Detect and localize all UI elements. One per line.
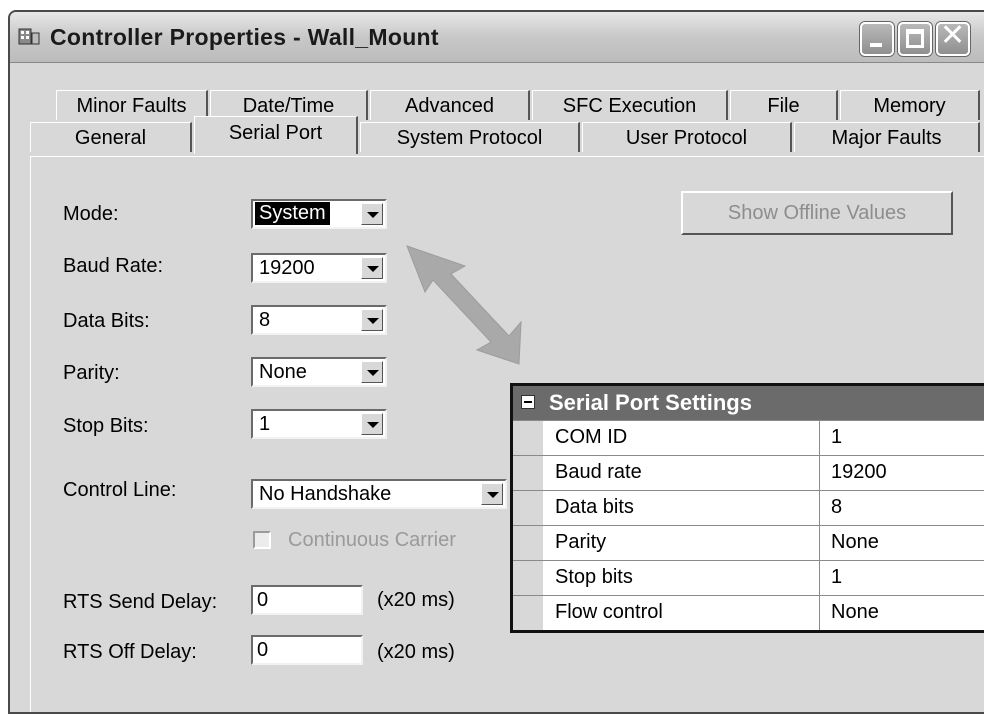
close-button[interactable]: ✕	[936, 19, 970, 56]
settings-value: None	[831, 531, 879, 553]
chevron-down-icon	[367, 212, 379, 218]
data-bits-label: Data Bits:	[63, 310, 150, 332]
data-bits-dropdown[interactable]: 8	[251, 305, 387, 335]
baud-rate-dropdown[interactable]: 19200	[251, 253, 387, 283]
rts-off-delay-label: RTS Off Delay:	[63, 641, 197, 663]
column-divider	[819, 491, 820, 525]
tab-serial-port[interactable]: Serial Port	[194, 116, 358, 154]
chevron-down-icon	[367, 318, 379, 324]
column-divider	[819, 421, 820, 455]
settings-row[interactable]: Data bits 8	[513, 490, 984, 525]
row-gutter	[513, 421, 543, 455]
rts-send-delay-input[interactable]: 0	[251, 585, 363, 615]
settings-key: Stop bits	[555, 566, 633, 588]
settings-row[interactable]: Baud rate 19200	[513, 455, 984, 490]
control-line-dropdown-button[interactable]	[481, 483, 503, 505]
control-line-value: No Handshake	[259, 483, 392, 505]
chevron-down-icon	[487, 492, 499, 498]
parity-label: Parity:	[63, 362, 120, 384]
settings-row[interactable]: Flow control None	[513, 595, 984, 630]
collapse-icon[interactable]	[521, 395, 535, 409]
chevron-down-icon	[367, 422, 379, 428]
settings-header-title: Serial Port Settings	[549, 390, 752, 415]
settings-key: COM ID	[555, 426, 628, 448]
data-bits-value: 8	[259, 309, 271, 331]
settings-value: 19200	[831, 461, 887, 483]
rts-off-delay-unit: (x20 ms)	[377, 641, 455, 663]
settings-value: 1	[831, 426, 843, 448]
minimize-icon	[870, 43, 882, 47]
close-icon: ✕	[940, 19, 966, 52]
parity-value: None	[259, 361, 307, 383]
tab-user-protocol[interactable]: User Protocol	[582, 122, 792, 152]
tab-major-faults[interactable]: Major Faults	[794, 122, 980, 152]
tab-file[interactable]: File	[730, 90, 838, 120]
rts-off-delay-value: 0	[257, 639, 269, 661]
controller-app-icon	[18, 28, 40, 45]
settings-key: Flow control	[555, 601, 663, 623]
stop-bits-dropdown[interactable]: 1	[251, 409, 387, 439]
chevron-down-icon	[367, 266, 379, 272]
mode-dropdown[interactable]: System	[251, 199, 387, 229]
mode-dropdown-button[interactable]	[361, 203, 383, 225]
mode-label: Mode:	[63, 203, 119, 225]
maximize-button[interactable]	[898, 22, 932, 56]
settings-key: Baud rate	[555, 461, 642, 483]
rts-send-delay-label: RTS Send Delay:	[63, 591, 218, 613]
settings-row[interactable]: Parity None	[513, 525, 984, 560]
rts-send-delay-unit: (x20 ms)	[377, 589, 455, 611]
column-divider	[819, 596, 820, 630]
column-divider	[819, 526, 820, 560]
tab-memory[interactable]: Memory	[840, 90, 980, 120]
control-line-label: Control Line:	[63, 479, 177, 501]
settings-key: Parity	[555, 531, 607, 553]
show-offline-values-button[interactable]: Show Offline Values	[681, 191, 953, 235]
parity-dropdown-button[interactable]	[361, 361, 383, 383]
tab-system-protocol[interactable]: System Protocol	[360, 122, 580, 152]
title-bar[interactable]: Controller Properties - Wall_Mount ✕	[10, 12, 984, 63]
tab-minor-faults[interactable]: Minor Faults	[56, 90, 208, 120]
row-gutter	[513, 456, 543, 490]
tab-general[interactable]: General	[30, 122, 192, 152]
baud-rate-label: Baud Rate:	[63, 255, 164, 277]
control-line-dropdown[interactable]: No Handshake	[251, 479, 507, 509]
window-title: Controller Properties - Wall_Mount	[50, 24, 439, 50]
mode-value: System	[254, 201, 331, 226]
row-gutter	[513, 596, 543, 630]
settings-key: Data bits	[555, 496, 634, 518]
settings-value: 8	[831, 496, 843, 518]
continuous-carrier-checkbox[interactable]	[253, 531, 271, 549]
row-gutter	[513, 526, 543, 560]
tab-advanced[interactable]: Advanced	[370, 90, 530, 120]
rts-off-delay-input[interactable]: 0	[251, 635, 363, 665]
stop-bits-value: 1	[259, 413, 271, 435]
rts-send-delay-value: 0	[257, 589, 269, 611]
settings-header[interactable]: Serial Port Settings	[513, 386, 984, 420]
row-gutter	[513, 561, 543, 595]
tab-sfc-execution[interactable]: SFC Execution	[532, 90, 728, 120]
stop-bits-label: Stop Bits:	[63, 415, 149, 437]
column-divider	[819, 456, 820, 490]
column-divider	[819, 561, 820, 595]
continuous-carrier-label: Continuous Carrier	[288, 529, 456, 551]
serial-port-settings-grid: Serial Port Settings COM ID 1 Baud rate …	[510, 383, 984, 633]
settings-row[interactable]: COM ID 1	[513, 420, 984, 455]
minimize-button[interactable]	[860, 22, 894, 56]
stop-bits-dropdown-button[interactable]	[361, 413, 383, 435]
data-bits-dropdown-button[interactable]	[361, 309, 383, 331]
maximize-icon	[906, 29, 924, 48]
row-gutter	[513, 491, 543, 525]
settings-row[interactable]: Stop bits 1	[513, 560, 984, 595]
baud-rate-dropdown-button[interactable]	[361, 257, 383, 279]
baud-rate-value: 19200	[259, 257, 315, 279]
double-arrow-icon	[406, 245, 522, 365]
settings-value: None	[831, 601, 879, 623]
settings-value: 1	[831, 566, 843, 588]
chevron-down-icon	[367, 370, 379, 376]
parity-dropdown[interactable]: None	[251, 357, 387, 387]
